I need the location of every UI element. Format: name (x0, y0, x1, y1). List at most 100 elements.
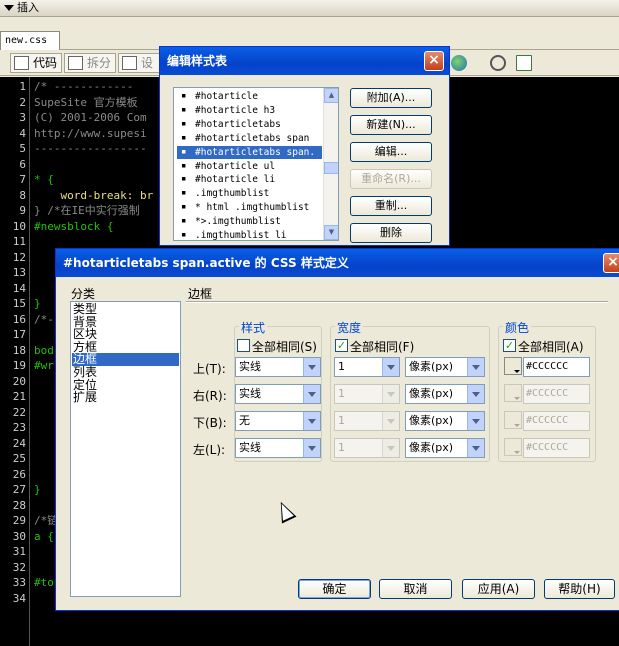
style-list-item[interactable]: ▪ #hotarticle h3 (177, 104, 322, 117)
split-view-button[interactable]: 拆分 (64, 53, 117, 73)
style-list-scrollbar[interactable]: ▲ ▼ (323, 88, 338, 240)
border-color-input: #CCCCCC (523, 438, 590, 458)
delete-button[interactable]: 删除 (350, 223, 432, 243)
style-list-item[interactable]: ▪ #hotarticle li (177, 173, 322, 186)
dropdown-arrow-icon[interactable] (467, 385, 484, 403)
line-number: 2 (19, 95, 26, 109)
dropdown-arrow-icon[interactable] (382, 385, 399, 403)
border-unit-select-value: 像素(px) (409, 441, 454, 454)
style-list-item-label: #hotarticle ul (195, 160, 276, 172)
style-list-item-label: #hotarticletabs span (195, 132, 310, 144)
border-style-select[interactable]: 实线 (235, 384, 321, 404)
rule-bullet-icon: ▪ (181, 104, 187, 115)
tab-new-css[interactable]: new.css (0, 31, 60, 50)
width-group-title: 宽度 (335, 319, 364, 336)
style-list-item-label: #hotarticletabs span. (195, 146, 316, 158)
collapse-triangle-icon[interactable] (4, 5, 14, 11)
scroll-up-icon[interactable]: ▲ (324, 88, 338, 103)
style-list-item-label: * html .imgthumblist (195, 202, 310, 214)
code-line: #newsblock { (34, 219, 114, 233)
border-style-select-value: 实线 (239, 360, 261, 373)
border-unit-select[interactable]: 像素(px) (405, 438, 485, 458)
border-style-select[interactable]: 实线 (235, 438, 321, 458)
border-unit-select[interactable]: 像素(px) (405, 357, 485, 377)
dropdown-arrow-icon[interactable] (382, 439, 399, 457)
attach-button[interactable]: 附加(A)... (350, 88, 432, 108)
style-list-item[interactable]: ▪ #hotarticle (177, 90, 322, 103)
edit-dialog-titlebar[interactable]: 编辑样式表 × (160, 47, 449, 75)
line-number: 6 (19, 157, 26, 171)
scroll-down-icon[interactable]: ▼ (324, 225, 338, 240)
border-color-input-value: #CCCCCC (526, 415, 569, 426)
line-number: 8 (19, 188, 26, 202)
width-same-all-checkbox[interactable]: ✓ (335, 339, 348, 352)
refresh-icon[interactable] (490, 55, 506, 71)
insert-bar[interactable]: 插入 (0, 0, 619, 17)
edit-button[interactable]: 编辑... (350, 142, 432, 162)
border-unit-select[interactable]: 像素(px) (405, 384, 485, 404)
code-view-button[interactable]: 代码 (10, 53, 63, 73)
style-list-item[interactable]: ▪ #hotarticletabs (177, 118, 322, 131)
cancel-button[interactable]: 取消 (379, 579, 452, 599)
line-number: 23 (12, 421, 26, 434)
line-number: 13 (12, 266, 26, 279)
dropdown-arrow-icon[interactable] (303, 358, 320, 376)
line-number: 26 (12, 467, 26, 481)
browser-preview-icon[interactable] (451, 55, 467, 71)
dropdown-arrow-icon[interactable] (467, 358, 484, 376)
view-options-icon[interactable] (516, 55, 532, 71)
style-list-item-label: #hotarticle h3 (195, 104, 276, 116)
style-list-item[interactable]: ▪ *>.imgthumblist (177, 215, 322, 228)
new-button[interactable]: 新建(N)... (350, 115, 432, 135)
color-same-all-checkbox[interactable]: ✓ (503, 339, 516, 352)
style-list-item[interactable]: ▪ .imgthumblist (177, 187, 322, 200)
apply-button[interactable]: 应用(A) (462, 579, 535, 599)
border-width-select-value: 1 (338, 360, 345, 373)
code-line: http://www.supesi (34, 126, 147, 140)
style-list-item[interactable]: ▪ .imgthumblist li (177, 229, 322, 240)
line-number: 33 (12, 576, 26, 589)
scroll-thumb[interactable] (324, 162, 338, 174)
style-list-item[interactable]: ▪ #hotarticletabs span (177, 132, 322, 145)
dropdown-arrow-icon[interactable] (382, 412, 399, 430)
help-button[interactable]: 帮助(H) (544, 579, 615, 599)
code-line: } (34, 483, 41, 496)
line-number: 17 (12, 328, 26, 341)
dropdown-arrow-icon[interactable] (467, 439, 484, 457)
design-view-label: 设计 (141, 56, 154, 70)
border-style-select[interactable]: 无 (235, 411, 321, 431)
split-view-label: 拆分 (87, 56, 112, 70)
dropdown-arrow-icon[interactable] (303, 385, 320, 403)
ok-button[interactable]: 确定 (298, 579, 371, 599)
border-width-select[interactable]: 1 (334, 357, 400, 377)
code-line: /* ------------ (34, 80, 134, 93)
style-list-item[interactable]: ▪ #hotarticletabs span. (177, 145, 322, 159)
style-list-item[interactable]: ▪ #hotarticle ul (177, 160, 322, 173)
design-view-button[interactable]: 设计 (118, 53, 162, 73)
border-style-select[interactable]: 实线 (235, 357, 321, 377)
dropdown-arrow-icon[interactable] (467, 412, 484, 430)
category-list[interactable]: 类型 背景 区块 方框 边框 列表 定位 扩展 (70, 301, 181, 597)
border-width-select: 1 (334, 384, 400, 404)
rule-bullet-icon: ▪ (181, 230, 187, 240)
style-list-item[interactable]: ▪ * html .imgthumblist (177, 201, 322, 214)
border-color-input[interactable]: #CCCCCC (523, 357, 590, 377)
border-color-input-value: #CCCCCC (526, 361, 569, 372)
rule-dialog-titlebar[interactable]: #hotarticletabs span.active 的 CSS 样式定义 × (56, 249, 619, 277)
border-unit-select[interactable]: 像素(px) (405, 411, 485, 431)
line-number: 31 (12, 545, 26, 558)
line-number: 32 (12, 560, 26, 574)
dropdown-arrow-icon[interactable] (303, 439, 320, 457)
dropdown-arrow-icon[interactable] (303, 412, 320, 430)
category-item[interactable]: 扩展 (72, 391, 179, 404)
duplicate-button[interactable]: 重制... (350, 196, 432, 216)
style-list-item-label: #hotarticletabs (195, 118, 281, 130)
dropdown-arrow-icon[interactable] (382, 358, 399, 376)
line-number: 3 (19, 111, 26, 124)
style-list[interactable]: ▪ .imgthumblist li ▪ *>.imgthumblist ▪ * html… (173, 87, 339, 241)
style-same-all-checkbox[interactable] (237, 339, 250, 352)
rename-button[interactable]: 重命名(R)... (350, 169, 432, 189)
close-icon[interactable]: × (603, 253, 619, 273)
close-icon[interactable]: × (424, 51, 444, 71)
color-swatch-icon[interactable] (504, 357, 522, 375)
